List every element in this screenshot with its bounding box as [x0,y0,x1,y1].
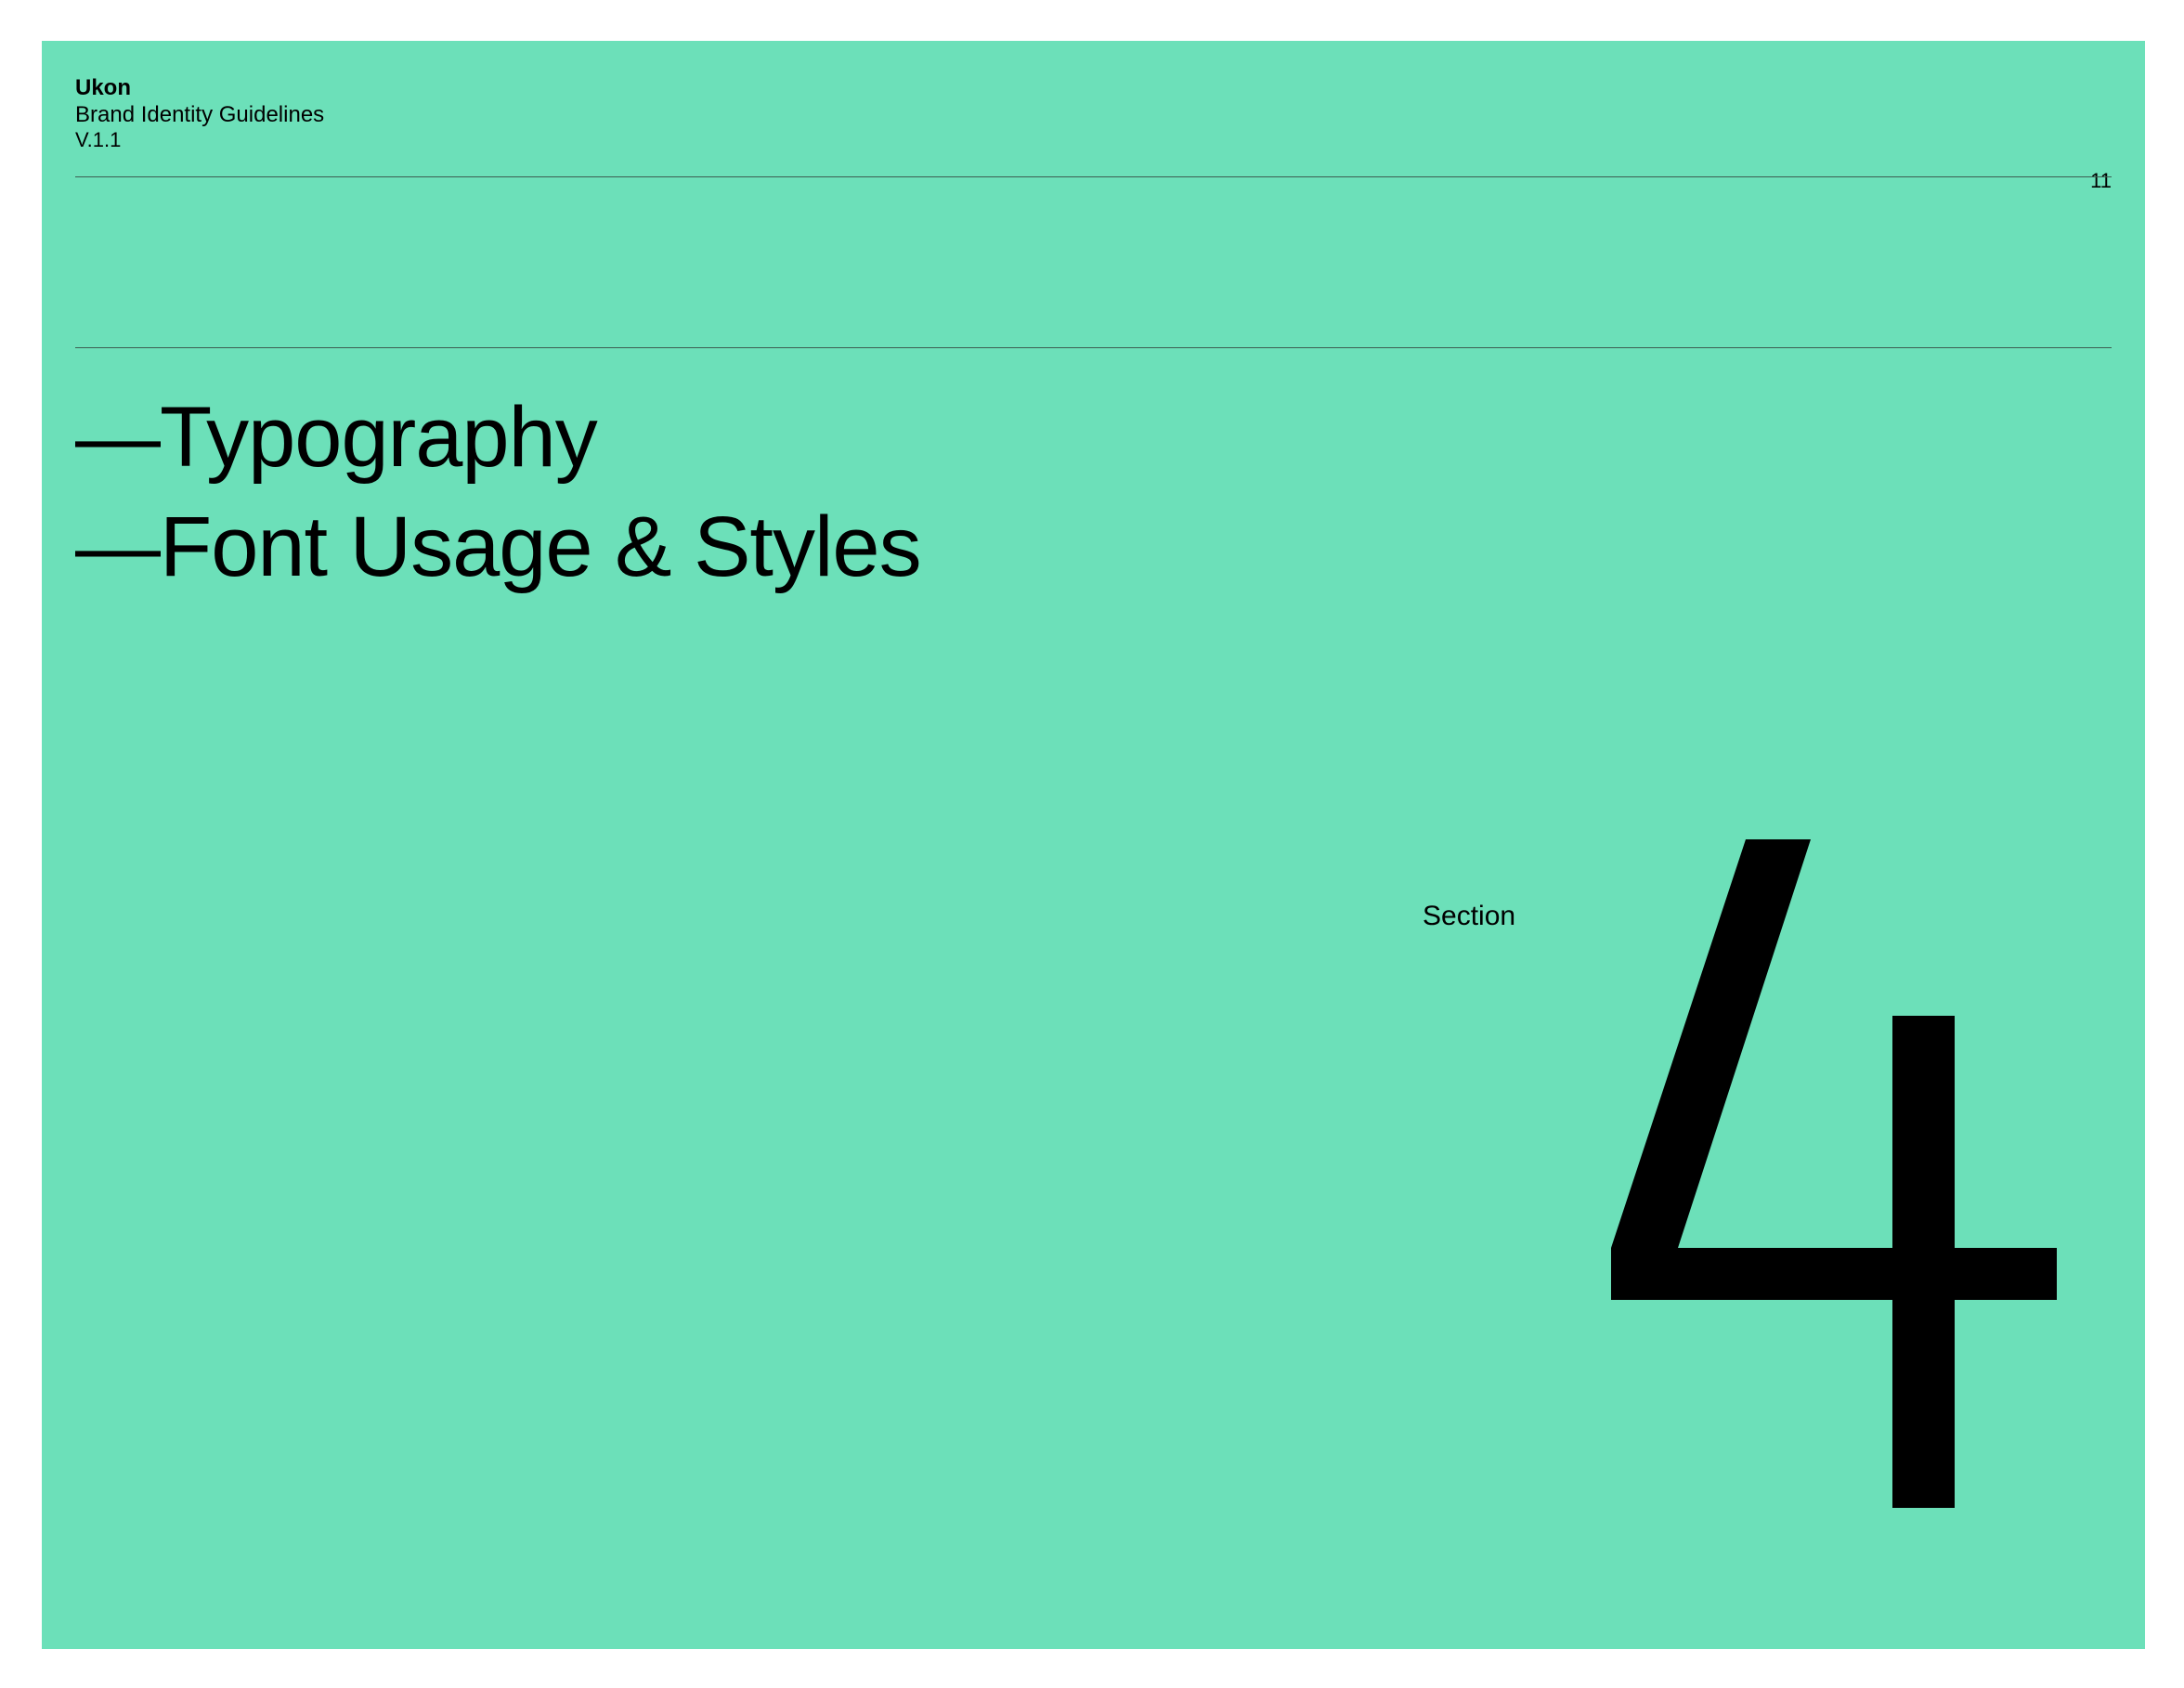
header-divider [75,176,2112,177]
document-version: V.1.1 [75,128,122,151]
section-headings: —Typography —Font Usage & Styles [75,383,1375,602]
guideline-page: Ukon Brand Identity Guidelines V.1.1 11 … [42,41,2145,1649]
page-header: Ukon Brand Identity Guidelines V.1.1 11 [75,74,2112,192]
brand-name: Ukon [75,75,131,100]
heading-typography: —Typography [75,390,598,485]
document-title: Brand Identity Guidelines [75,102,325,127]
section-label: Section [1423,901,1516,931]
page-number: 11 [2090,169,2112,192]
heading-font-usage: —Font Usage & Styles [75,500,922,594]
content-divider [75,347,2112,348]
section-number-text: 4 [1611,839,1612,840]
section-number: 4 [1611,839,2057,1526]
section-number-shape [1611,839,2057,1508]
section-number-glyph: 4 [1611,839,2057,1508]
